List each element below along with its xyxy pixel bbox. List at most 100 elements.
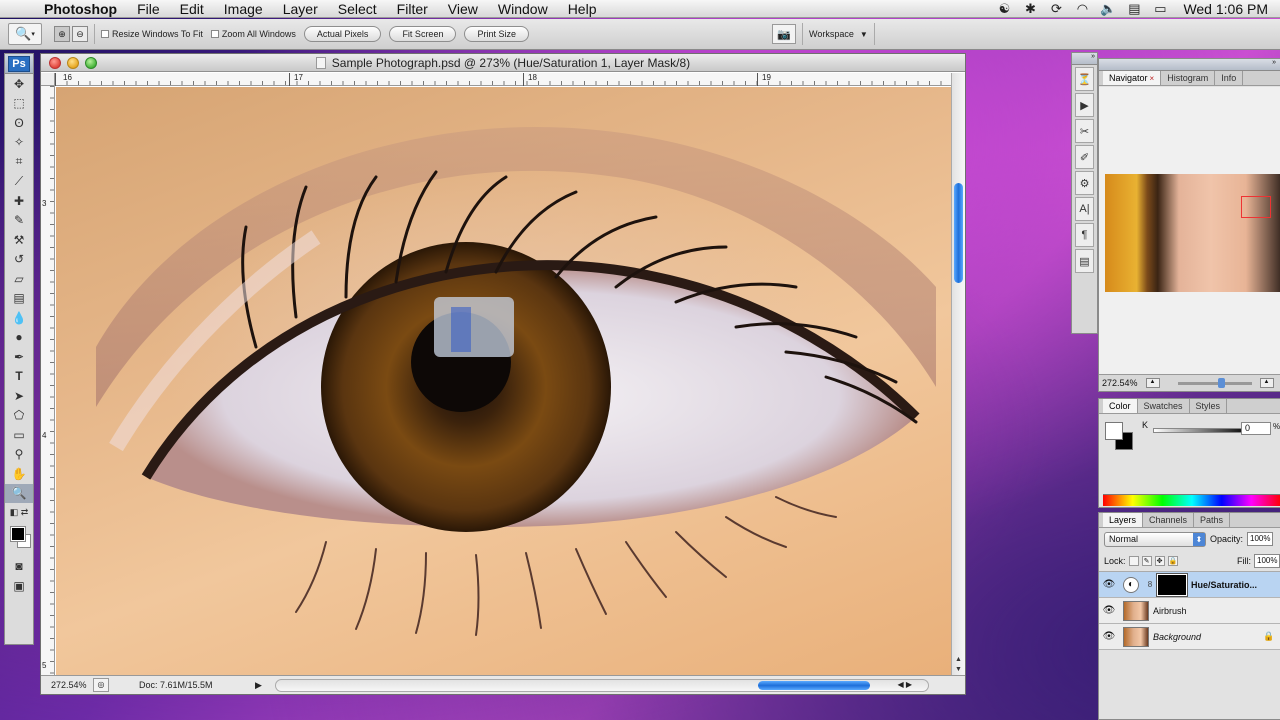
k-value-field[interactable]: 0 [1241,422,1271,435]
zoom-out-icon[interactable]: ▲ [1145,378,1160,388]
layer-row-background[interactable]: 👁 Background 🔒 [1099,624,1280,650]
tab-swatches[interactable]: Swatches [1138,399,1190,413]
script-status-icon[interactable]: ☯ [991,1,1017,17]
k-slider[interactable] [1153,428,1251,433]
layer-mask-thumbnail[interactable] [1156,572,1188,597]
crop-tool-icon[interactable]: ⌗ [5,152,33,172]
history-panel-icon[interactable]: ⏳ [1075,67,1094,91]
navigator-thumbnail[interactable] [1105,174,1280,292]
marquee-tool-icon[interactable]: ⬚ [5,94,33,114]
lock-position-icon[interactable]: ✥ [1154,555,1165,566]
horizontal-scroll-thumb[interactable] [758,680,870,690]
close-tab-icon[interactable]: × [1150,74,1155,83]
tab-navigator[interactable]: Navigator × [1103,71,1162,85]
menu-edit[interactable]: Edit [170,0,214,18]
paragraph-panel-icon[interactable]: ¶ [1075,223,1094,247]
tab-channels[interactable]: Channels [1143,513,1195,527]
scroll-arrows-icon[interactable]: ▲ ▼ [952,655,965,675]
menu-image[interactable]: Image [214,0,273,18]
menu-window[interactable]: Window [488,0,558,18]
lock-transparency-icon[interactable] [1128,555,1139,566]
tab-paths[interactable]: Paths [1194,513,1231,527]
resize-windows-checkbox[interactable]: Resize Windows To Fit [101,29,203,39]
brushes-panel-icon[interactable]: ✐ [1075,145,1094,169]
dock-header[interactable]: » [1072,53,1097,65]
tab-styles[interactable]: Styles [1190,399,1228,413]
foreground-color[interactable] [10,525,26,542]
shape-tool-icon[interactable]: ⬠ [5,406,33,426]
navigator-zoom-slider[interactable] [1177,377,1252,388]
horizontal-scrollbar[interactable]: ◀ ▶ [275,678,929,692]
zoom-in-icon[interactable]: ▲ [1259,378,1274,388]
vertical-scrollbar[interactable]: ▲ ▼ [951,73,965,675]
tab-color[interactable]: Color [1103,399,1138,413]
quick-mask-icon[interactable]: ◙ [5,557,33,577]
fit-screen-button[interactable]: Fit Screen [389,26,457,42]
bluetooth-icon[interactable]: ✱ [1017,1,1043,17]
color-ramp[interactable] [1103,494,1280,506]
dodge-tool-icon[interactable]: ● [5,328,33,348]
layer-row-hue-saturation[interactable]: 👁 ◐ 8 Hue/Saturatio... [1099,572,1280,598]
horizontal-scroll-arrows-icon[interactable]: ◀ ▶ [897,680,912,689]
color-fg-bg-swatches[interactable] [1105,422,1135,452]
document-title-bar[interactable]: Sample Photograph.psd @ 273% (Hue/Satura… [41,54,965,72]
visibility-eye-icon[interactable]: 👁 [1099,579,1119,590]
print-size-button[interactable]: Print Size [464,26,529,42]
blend-mode-select[interactable]: Normal [1104,531,1206,547]
lock-all-icon[interactable]: 🔒 [1167,555,1178,566]
status-zoom-field[interactable]: 272.54% [41,680,93,690]
input-menu-icon[interactable]: ▤ [1121,1,1147,17]
foreground-swatch[interactable] [1105,422,1123,440]
image-canvas[interactable] [56,87,952,675]
tab-info[interactable]: Info [1215,71,1244,85]
workspace-menu[interactable]: Workspace [809,29,854,39]
eraser-tool-icon[interactable]: ▱ [5,269,33,289]
visibility-eye-icon[interactable]: 👁 [1099,605,1119,616]
status-info-icon[interactable]: ◎ [93,678,109,692]
vertical-scroll-thumb[interactable] [954,183,963,283]
menu-app-name[interactable]: Photoshop [36,0,127,18]
menu-clock[interactable]: Wed 1:06 PM [1173,1,1280,17]
brush-tool-icon[interactable]: ✎ [5,211,33,231]
zoom-button[interactable] [85,57,97,69]
path-selection-tool-icon[interactable]: ➤ [5,386,33,406]
menu-layer[interactable]: Layer [273,0,328,18]
zoom-out-mode-icon[interactable]: ⊖ [72,26,88,42]
opacity-field[interactable]: 100% [1247,532,1274,546]
status-menu-arrow-icon[interactable]: ▶ [255,680,265,691]
bridge-icon[interactable]: 📷 [772,24,796,44]
tool-presets-panel-icon[interactable]: ✂ [1075,119,1094,143]
zoom-tool-active-icon[interactable]: 🔍 [5,483,33,503]
tools-header[interactable]: Ps [5,54,33,74]
healing-brush-tool-icon[interactable]: ✚ [5,191,33,211]
lock-pixels-icon[interactable]: ✎ [1141,555,1152,566]
menu-view[interactable]: View [438,0,488,18]
lasso-tool-icon[interactable]: ʘ [5,113,33,133]
panel-collapse-bar[interactable]: » [1099,59,1280,71]
tab-layers[interactable]: Layers [1103,513,1144,527]
sync-icon[interactable]: ⟳ [1043,1,1069,17]
menu-help[interactable]: Help [558,0,607,18]
hand-tool-icon[interactable]: ✋ [5,464,33,484]
ps-logo[interactable]: Ps [8,55,30,72]
screen-mode-icon[interactable]: ▣ [5,576,33,596]
slice-tool-icon[interactable]: ⟋ [5,172,33,192]
minimize-button[interactable] [67,57,79,69]
battery-icon[interactable]: ▭ [1147,1,1173,17]
default-colors-icon[interactable]: ◧ ⇄ [5,503,33,523]
move-tool-icon[interactable]: ✥ [5,74,33,94]
menu-select[interactable]: Select [328,0,387,18]
magic-wand-tool-icon[interactable]: ✧ [5,133,33,153]
volume-icon[interactable]: 🔈 [1095,1,1121,17]
pen-tool-icon[interactable]: ✒ [5,347,33,367]
history-brush-tool-icon[interactable]: ↺ [5,250,33,270]
color-swatches[interactable] [5,523,33,557]
gradient-tool-icon[interactable]: ▤ [5,289,33,309]
actual-pixels-button[interactable]: Actual Pixels [303,26,382,42]
vertical-ruler[interactable]: 3 4 5 [41,86,55,675]
layer-comps-panel-icon[interactable]: ▤ [1075,249,1094,273]
navigator-view-box[interactable] [1241,196,1271,218]
fill-field[interactable]: 100% [1254,553,1280,568]
close-button[interactable] [49,57,61,69]
clone-stamp-tool-icon[interactable]: ⚒ [5,230,33,250]
